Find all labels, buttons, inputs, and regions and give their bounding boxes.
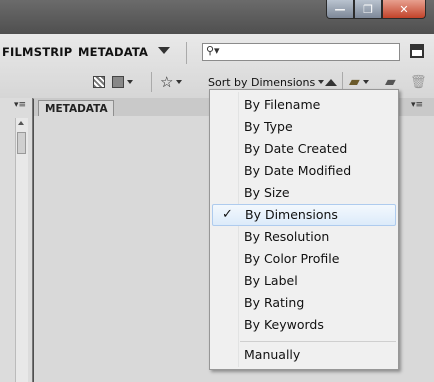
thumbnail-quality-dropdown-icon (127, 80, 133, 84)
workspace-tab-metadata[interactable]: METADATA (78, 45, 148, 59)
thumbnail-quality-button[interactable] (112, 74, 133, 90)
menu-item-by-dimensions[interactable]: ✓ By Dimensions (212, 204, 396, 226)
ascending-arrow-icon (325, 78, 337, 86)
workspace-menu-chevron-icon[interactable] (158, 47, 170, 54)
workspace-tab-filmstrip[interactable]: FILMSTRIP (2, 45, 72, 59)
open-recent-folder-icon: ▰ (349, 74, 360, 90)
close-button[interactable]: ✕ (382, 0, 426, 19)
toolbar-divider (151, 72, 152, 92)
minimize-icon: — (334, 2, 346, 16)
search-icon: ⚲▾ (206, 44, 220, 57)
checkmark-icon: ✓ (222, 207, 233, 222)
star-rating-filter-icon: ☆ (160, 73, 174, 91)
sort-button-label: Sort by Dimensions (208, 75, 316, 89)
left-panel-scrollbar[interactable] (15, 118, 28, 382)
recent-folder-button[interactable]: ▰ (349, 74, 369, 90)
quality-preview-icon (93, 76, 105, 88)
menu-separator (240, 341, 396, 342)
sort-menu: By Filename By Type By Date Created By D… (209, 89, 399, 370)
minimize-button[interactable]: — (326, 0, 354, 19)
scroll-thumb[interactable] (17, 132, 26, 154)
menu-item-by-filename[interactable]: By Filename (212, 94, 396, 116)
menu-item-by-rating[interactable]: By Rating (212, 292, 396, 314)
quality-preview-button[interactable] (93, 74, 105, 90)
menu-item-by-label[interactable]: By Label (212, 270, 396, 292)
toolbar-divider (186, 42, 187, 64)
title-bar: — ❐ ✕ (0, 0, 434, 34)
menu-item-label: By Dimensions (245, 207, 338, 222)
menu-item-by-date-modified[interactable]: By Date Modified (212, 160, 396, 182)
close-icon: ✕ (399, 2, 409, 16)
sort-button[interactable]: Sort by Dimensions (208, 74, 325, 90)
search-input[interactable]: ⚲▾ (202, 43, 400, 61)
metadata-panel-tab[interactable]: METADATA (38, 100, 114, 116)
restore-icon: ❐ (363, 2, 373, 16)
panel-menu-icon[interactable]: ▾≡ (14, 100, 26, 110)
menu-item-by-resolution[interactable]: By Resolution (212, 226, 396, 248)
restore-button[interactable]: ❐ (354, 0, 382, 19)
menu-item-by-keywords[interactable]: By Keywords (212, 314, 396, 336)
rating-filter-dropdown-icon (176, 80, 183, 84)
menu-item-by-color-profile[interactable]: By Color Profile (212, 248, 396, 270)
menu-item-by-type[interactable]: By Type (212, 116, 396, 138)
rating-filter-button[interactable]: ☆ (160, 73, 183, 91)
new-folder-button[interactable]: ▰ (385, 74, 396, 90)
menu-item-manually[interactable]: Manually (212, 344, 396, 366)
menu-item-by-date-created[interactable]: By Date Created (212, 138, 396, 160)
sort-dropdown-icon (318, 80, 325, 84)
new-folder-icon: ▰ (385, 74, 396, 90)
sort-direction-button[interactable] (325, 74, 337, 90)
thumbnail-quality-icon (112, 76, 124, 88)
recent-folder-dropdown-icon (362, 80, 369, 84)
delete-icon: 🗑 (410, 74, 427, 90)
scroll-up-icon[interactable] (18, 121, 24, 125)
metadata-panel-menu-icon[interactable]: ▾≡ (411, 100, 423, 110)
delete-button[interactable]: 🗑 (410, 74, 427, 90)
compact-mode-icon[interactable] (410, 44, 424, 58)
window-controls: — ❐ ✕ (326, 0, 426, 19)
menu-item-by-size[interactable]: By Size (212, 182, 396, 204)
